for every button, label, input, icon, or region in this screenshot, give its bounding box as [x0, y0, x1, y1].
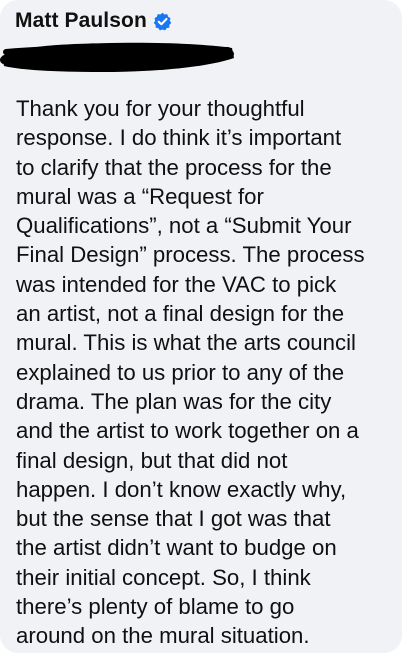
redaction-scribble	[0, 42, 234, 72]
comment-text: Thank you for your thoughtful response. …	[16, 96, 365, 649]
comment-header: Matt Paulson	[15, 6, 172, 36]
verified-badge-icon	[153, 12, 172, 30]
comment-bubble: Matt Paulson Thank you for your thoughtf…	[0, 0, 402, 653]
comment-author-name[interactable]: Matt Paulson	[15, 6, 147, 36]
